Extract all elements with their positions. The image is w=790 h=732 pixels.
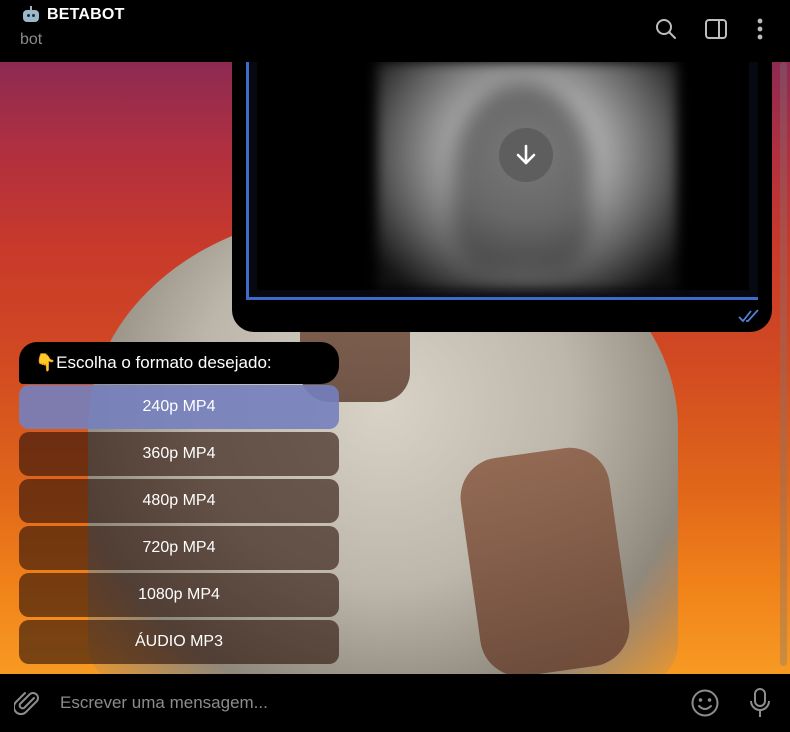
robot-icon bbox=[22, 6, 40, 24]
video-message-bubble[interactable] bbox=[232, 62, 772, 332]
video-preview[interactable] bbox=[246, 62, 758, 300]
chat-title-row[interactable]: BETABOT bbox=[22, 6, 125, 24]
format-button-1080p[interactable]: 1080p MP4 bbox=[19, 573, 339, 617]
format-button-audio-mp3[interactable]: ÁUDIO MP3 bbox=[19, 620, 339, 664]
keyboard-prompt-message: 👇Escolha o formato desejado: bbox=[19, 342, 339, 384]
more-vertical-icon[interactable] bbox=[747, 16, 773, 42]
chat-scrollbar[interactable] bbox=[780, 62, 787, 666]
format-button-label: 1080p MP4 bbox=[138, 586, 220, 603]
format-button-label: ÁUDIO MP3 bbox=[134, 633, 223, 650]
double-check-icon bbox=[738, 309, 762, 328]
video-thumbnail bbox=[257, 62, 749, 290]
sidebar-toggle-icon[interactable] bbox=[703, 16, 729, 42]
chat-header: BETABOT bot bbox=[0, 0, 790, 62]
paperclip-icon[interactable] bbox=[12, 689, 42, 717]
search-icon[interactable] bbox=[653, 16, 679, 42]
format-button-240p[interactable]: 240p MP4 bbox=[19, 385, 339, 429]
format-button-label: 720p MP4 bbox=[142, 539, 216, 556]
format-button-480p[interactable]: 480p MP4 bbox=[19, 479, 339, 523]
emoji-icon[interactable] bbox=[690, 688, 720, 718]
chat-title: BETABOT bbox=[47, 6, 125, 23]
message-composer bbox=[0, 674, 790, 732]
format-button-label: 480p MP4 bbox=[142, 492, 216, 509]
message-input[interactable] bbox=[60, 688, 660, 718]
wallpaper-arm bbox=[455, 442, 635, 674]
microphone-icon[interactable] bbox=[748, 687, 772, 719]
download-arrow-icon[interactable] bbox=[499, 128, 553, 182]
format-button-label: 240p MP4 bbox=[142, 398, 216, 415]
format-button-label: 360p MP4 bbox=[142, 445, 216, 462]
keyboard-prompt-text: 👇Escolha o formato desejado: bbox=[35, 353, 272, 372]
format-button-720p[interactable]: 720p MP4 bbox=[19, 526, 339, 570]
format-button-360p[interactable]: 360p MP4 bbox=[19, 432, 339, 476]
chat-subtitle: bot bbox=[20, 31, 43, 48]
